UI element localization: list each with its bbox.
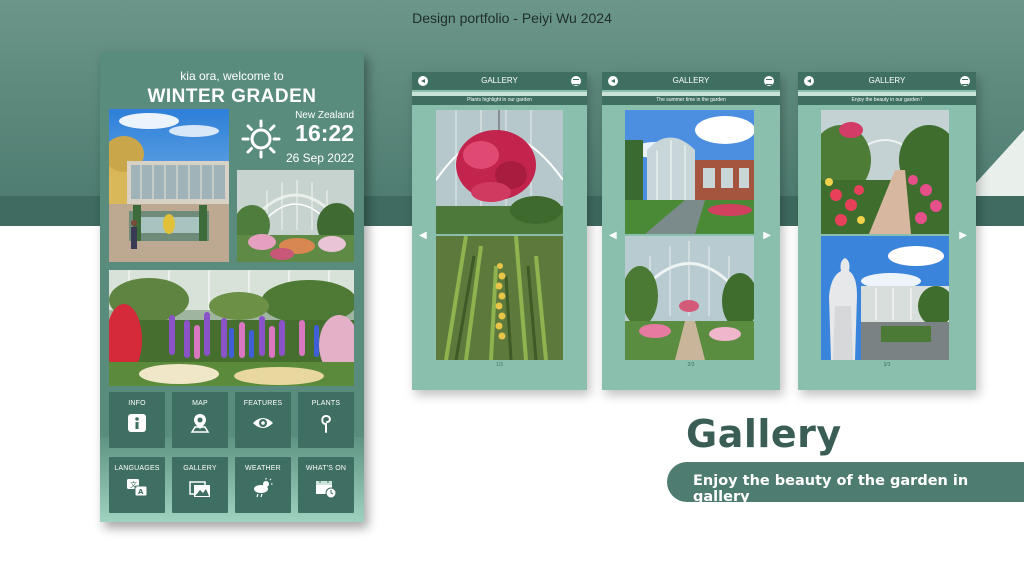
feature-tagline: Enjoy the beauty of the garden in galler… — [693, 473, 969, 505]
gallery-header: GALLERY — [798, 72, 976, 90]
gallery-screen-1: GALLERY Plants highlight in our garden ◀… — [412, 72, 587, 390]
gallery-header: GALLERY — [602, 72, 780, 90]
svg-text:A: A — [138, 488, 144, 496]
gallery-page-indicator: 3/3 — [883, 362, 891, 368]
gallery-page-indicator: 1/3 — [496, 362, 503, 368]
photo-conservatory-interior[interactable] — [237, 170, 354, 262]
back-icon[interactable] — [418, 76, 428, 86]
menu-tile-map[interactable]: MAP — [172, 392, 228, 448]
gallery-photo-summer-exterior[interactable] — [625, 110, 754, 234]
prev-arrow-icon[interactable]: ◀ — [609, 230, 617, 241]
menu-tile-label: PLANTS — [311, 400, 341, 407]
menu-tile-info[interactable]: INFO — [109, 392, 165, 448]
gallery-title: GALLERY — [672, 76, 710, 85]
menu-tile-label: WHAT'S ON — [305, 465, 347, 472]
gallery-screen-2: GALLERY The summer time in the garden ◀ … — [602, 72, 780, 390]
gallery-title: GALLERY — [868, 76, 906, 85]
feature-heading: Gallery — [686, 412, 842, 456]
back-icon[interactable] — [608, 76, 618, 86]
gallery-photo-fuchsia[interactable] — [436, 110, 563, 234]
eye-icon — [253, 418, 273, 428]
menu-tile-whats-on[interactable]: WHAT'S ON — [298, 457, 354, 513]
svg-text:文: 文 — [130, 480, 137, 489]
translate-icon: 文 A — [127, 479, 148, 497]
plant-icon — [321, 414, 331, 433]
next-arrow-icon[interactable]: ▶ — [763, 230, 771, 241]
welcome-text: kia ora, welcome to — [180, 69, 284, 83]
menu-tile-plants[interactable]: PLANTS — [298, 392, 354, 448]
menu-icon[interactable] — [571, 76, 581, 86]
menu-tile-gallery[interactable]: GALLERY — [172, 457, 228, 513]
prev-arrow-icon[interactable]: ◀ — [419, 230, 427, 241]
gallery-title: GALLERY — [481, 76, 518, 85]
menu-tile-label: GALLERY — [183, 465, 217, 472]
next-arrow-icon[interactable]: ▶ — [959, 230, 967, 241]
gallery-page-indicator: 2/3 — [687, 362, 695, 368]
kiosk-home-screen: kia ora, welcome to WINTER GRADEN New Ze… — [100, 52, 364, 522]
menu-tile-features[interactable]: FEATURES — [235, 392, 291, 448]
photo-conservatory-exterior[interactable] — [109, 109, 229, 262]
gallery-photo-summer-interior[interactable] — [625, 236, 754, 360]
menu-tile-label: LANGUAGES — [114, 465, 160, 472]
gallery-subtitle: Enjoy the beauty in our garden ! — [798, 96, 976, 105]
gallery-subtitle: The summer time in the garden — [602, 96, 780, 105]
gallery-icon — [189, 481, 210, 497]
menu-icon[interactable] — [960, 76, 970, 86]
gallery-photo-orchid[interactable] — [436, 236, 563, 360]
current-date: 26 Sep 2022 — [285, 151, 354, 165]
calendar-icon — [316, 479, 337, 499]
back-icon[interactable] — [804, 76, 814, 86]
portfolio-title: Design portfolio - Peiyi Wu 2024 — [412, 10, 612, 26]
gallery-subtitle: Plants highlight in our garden — [412, 96, 587, 105]
gallery-photo-statue[interactable] — [821, 236, 949, 360]
garden-name: WINTER GRADEN — [147, 86, 317, 107]
menu-tile-label: FEATURES — [243, 400, 283, 407]
weather-icon — [254, 478, 273, 498]
gallery-screen-3: GALLERY Enjoy the beauty in our garden ! — [798, 72, 976, 390]
gallery-header: GALLERY — [412, 72, 587, 90]
menu-tile-label: INFO — [128, 400, 146, 407]
gallery-photo-flower-path[interactable] — [821, 110, 949, 234]
menu-tile-languages[interactable]: LANGUAGES 文 A — [109, 457, 165, 513]
menu-tile-label: MAP — [192, 400, 208, 407]
photo-flower-beds[interactable] — [109, 270, 354, 386]
menu-icon[interactable] — [764, 76, 774, 86]
map-pin-icon — [190, 414, 210, 433]
current-time: 16:22 — [295, 120, 354, 146]
menu-tile-weather[interactable]: WEATHER — [235, 457, 291, 513]
sun-icon — [241, 119, 281, 159]
menu-tile-label: WEATHER — [245, 465, 281, 472]
info-icon — [128, 414, 146, 432]
